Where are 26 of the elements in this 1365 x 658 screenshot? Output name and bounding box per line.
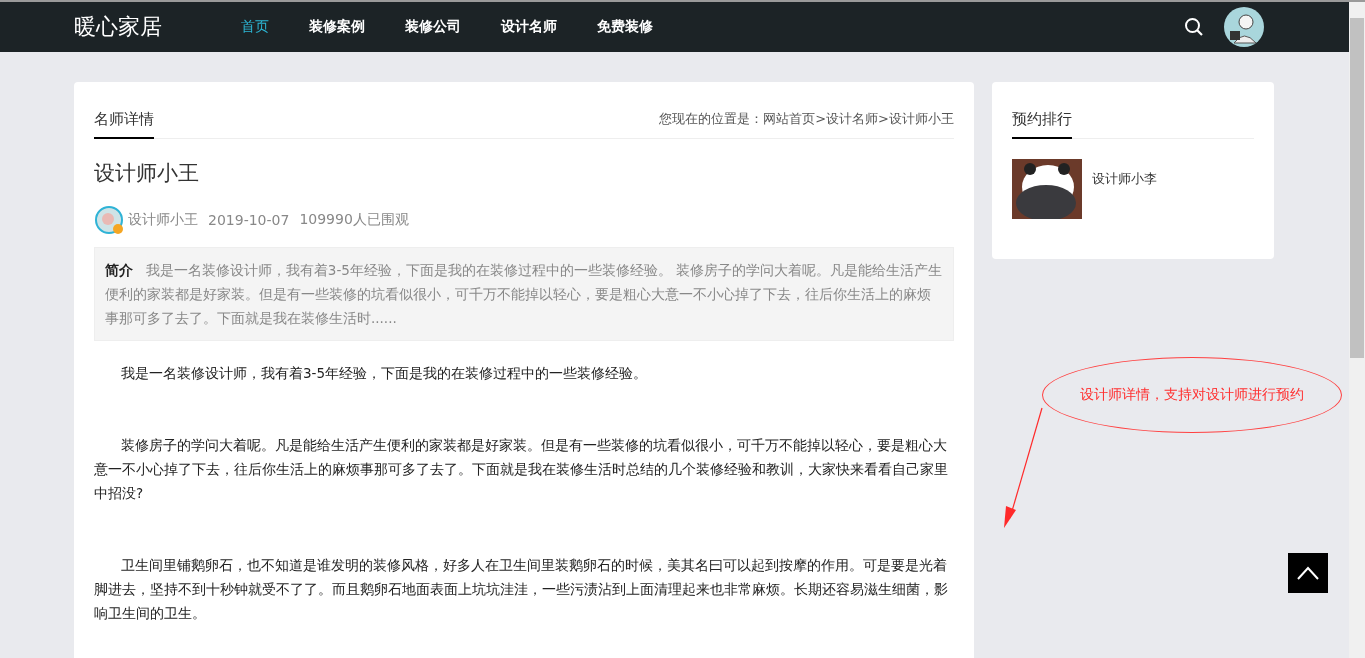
nav-link[interactable]: 首页 bbox=[241, 18, 269, 36]
nav-link[interactable]: 装修公司 bbox=[405, 18, 461, 36]
section-tab[interactable]: 名师详情 bbox=[94, 110, 154, 139]
chevron-up-icon bbox=[1297, 566, 1319, 580]
view-count: 109990人已围观 bbox=[299, 211, 409, 229]
designer-thumbnail[interactable] bbox=[1012, 159, 1082, 219]
annotation-text: 设计师详情，支持对设计师进行预约 bbox=[1080, 386, 1304, 404]
summary-text: 简介 我是一名装修设计师，我有着3-5年经验，下面是我的在装修过程中的一些装修经验。 装修房子的学问大着呢。凡是能给生活产生便利的家装都是好家装。但是有一些装修的坑看似很小，可千万不能掉以轻心，要是粗心大意一不小心掉了下去，往后你生活上的麻烦事那可多了去了。下面就是我在装修生活时...... bbox=[105, 261, 943, 328]
nav-link[interactable]: 装修案例 bbox=[309, 18, 365, 36]
article-paragraph: 装修房子的学问大着呢。凡是能给生活产生便利的家装都是好家装。但是有一些装修的坑看似很小，可千万不能掉以轻心，要是粗心大意一不小心掉了下去，往后你生活上的麻烦事那可多了去了。下面就是我在装修生活时总结的几个装修经验和教训，大家快来看看自己家里中招没? bbox=[94, 436, 949, 503]
site-logo[interactable]: 暖心家居 bbox=[74, 12, 224, 42]
section-heading: 预约排行 bbox=[1012, 110, 1072, 139]
article-paragraph: 我是一名装修设计师，我有着3-5年经验，下面是我的在装修过程中的一些装修经验。 bbox=[120, 364, 649, 383]
user-avatar[interactable] bbox=[1224, 7, 1264, 47]
search-icon[interactable] bbox=[1184, 17, 1204, 37]
back-to-top-button[interactable] bbox=[1288, 553, 1328, 593]
breadcrumb: 您现在的位置是：网站首页>设计名师>设计师小王 bbox=[659, 110, 954, 128]
article-title: 设计师小王 bbox=[94, 160, 200, 187]
scrollbar[interactable] bbox=[1349, 2, 1365, 658]
author-avatar bbox=[94, 205, 124, 235]
nav-link[interactable]: 免费装修 bbox=[597, 18, 653, 36]
article-paragraph: 卫生间里铺鹅卵石，也不知道是谁发明的装修风格，好多人在卫生间里装鹅卵石的时候，美其名曰可以起到按摩的作用。可是要是光着脚进去，坚持不到十秒钟就受不了了。而且鹅卵石地面表面上坑坑洼洼，一些污渍沾到上面清理起来也非常麻烦。长期还容易滋生细菌，影响卫生间的卫生。 bbox=[94, 556, 949, 623]
nav-link[interactable]: 设计名师 bbox=[501, 18, 557, 36]
post-date: 2019-10-07 bbox=[208, 212, 290, 228]
designer-name-link[interactable]: 设计师小李 bbox=[1092, 170, 1157, 188]
author-name: 设计师小王 bbox=[128, 211, 198, 229]
